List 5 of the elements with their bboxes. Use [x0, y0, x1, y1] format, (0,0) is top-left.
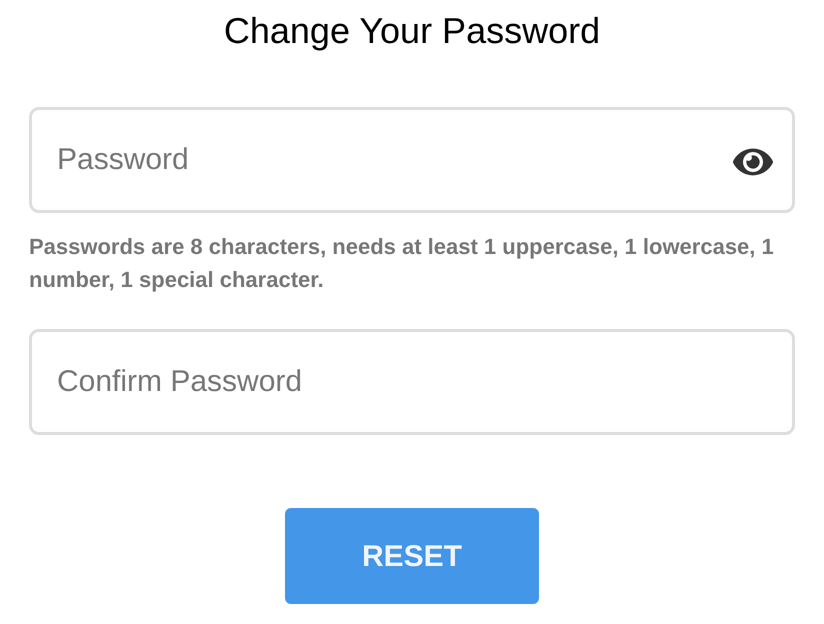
reset-button[interactable]: RESET: [285, 508, 539, 604]
password-field[interactable]: Confirm Password: [29, 329, 795, 435]
password-hint: Passwords are 8 characters, needs at least 1 uppercase, 1 lowercase, 1 number, 1 special character.: [29, 233, 775, 294]
page-title: Change Your Password: [224, 9, 600, 53]
password-field[interactable]: Password: [29, 107, 795, 213]
